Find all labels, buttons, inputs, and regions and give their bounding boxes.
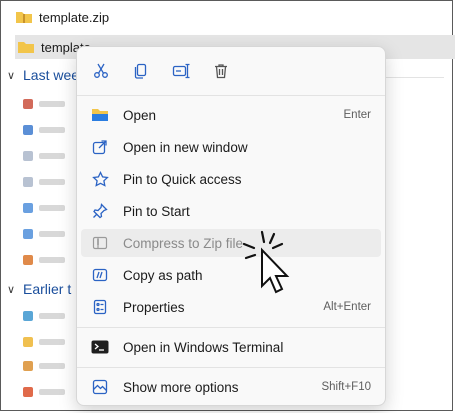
file-icon <box>23 177 33 187</box>
scissors-icon <box>94 63 108 78</box>
file-icon <box>23 125 33 135</box>
list-item[interactable] <box>23 359 65 373</box>
blurred-text <box>39 179 65 185</box>
file-icon <box>23 255 33 265</box>
blurred-text <box>39 153 65 159</box>
file-icon <box>23 229 33 239</box>
blurred-text <box>39 205 65 211</box>
context-menu-toolbar <box>87 57 235 85</box>
file-icon <box>23 337 33 347</box>
group-header-earlier[interactable]: ∨ Earlier t <box>7 281 71 297</box>
mouse-pointer-icon <box>240 228 300 305</box>
cut-button[interactable] <box>87 57 115 85</box>
properties-icon <box>91 298 109 316</box>
blurred-text <box>39 363 65 369</box>
blurred-text <box>39 101 65 107</box>
list-item[interactable] <box>23 385 65 399</box>
file-icon <box>23 361 33 371</box>
copy-path-icon <box>91 266 109 284</box>
menu-item-pin-start[interactable]: Pin to Start <box>81 197 381 225</box>
open-folder-icon <box>91 106 109 124</box>
menu-separator <box>77 95 385 96</box>
trash-icon <box>215 64 227 79</box>
list-item[interactable] <box>23 201 65 215</box>
list-item[interactable] <box>23 253 65 267</box>
blurred-text <box>39 389 65 395</box>
file-icon <box>23 151 33 161</box>
menu-item-label: Open <box>123 107 157 123</box>
chevron-down-icon: ∨ <box>7 69 16 82</box>
open-new-window-icon <box>91 138 109 156</box>
zip-folder-icon <box>15 10 33 24</box>
list-item[interactable] <box>23 97 65 111</box>
group-label: Earlier t <box>23 281 72 297</box>
star-icon <box>91 170 109 188</box>
blurred-text <box>39 257 65 263</box>
pin-icon <box>91 202 109 220</box>
menu-separator <box>77 367 385 368</box>
menu-item-label: Open in Windows Terminal <box>123 339 284 355</box>
blurred-text <box>39 313 65 319</box>
blurred-text <box>39 339 65 345</box>
folder-icon <box>17 40 35 54</box>
copy-icon <box>134 63 147 79</box>
file-name: template.zip <box>39 9 110 25</box>
menu-item-label: Show more options <box>123 379 239 395</box>
rename-button[interactable] <box>167 57 195 85</box>
menu-item-label: Open in new window <box>123 139 248 155</box>
file-icon <box>23 203 33 213</box>
list-item[interactable] <box>23 175 65 189</box>
list-item[interactable] <box>23 227 65 241</box>
list-item[interactable] <box>23 309 65 323</box>
group-label: Last wee <box>23 67 80 83</box>
list-item[interactable] <box>23 123 65 137</box>
context-menu: Open Enter Open in new window Pin to Qui… <box>76 46 386 406</box>
menu-item-properties[interactable]: Properties Alt+Enter <box>81 293 381 321</box>
shortcut-hint: Enter <box>343 109 372 121</box>
menu-item-open-terminal[interactable]: Open in Windows Terminal <box>81 333 381 361</box>
file-icon <box>23 311 33 321</box>
menu-item-compress-zip[interactable]: Compress to Zip file <box>81 229 381 257</box>
blurred-text <box>39 231 65 237</box>
list-item[interactable] <box>23 149 65 163</box>
menu-item-label: Pin to Start <box>123 203 190 219</box>
rename-icon <box>172 63 190 79</box>
shortcut-hint: Shift+F10 <box>321 381 371 393</box>
zip-file-icon <box>91 234 109 252</box>
blurred-text <box>39 127 65 133</box>
menu-item-copy-as-path[interactable]: Copy as path <box>81 261 381 289</box>
menu-item-pin-quick-access[interactable]: Pin to Quick access <box>81 165 381 193</box>
menu-item-label: Pin to Quick access <box>123 171 242 187</box>
menu-item-show-more-options[interactable]: Show more options Shift+F10 <box>81 373 381 401</box>
delete-button[interactable] <box>207 57 235 85</box>
list-item[interactable] <box>23 335 65 349</box>
menu-item-open-new-window[interactable]: Open in new window <box>81 133 381 161</box>
more-options-icon <box>91 378 109 396</box>
menu-item-open[interactable]: Open Enter <box>81 101 381 129</box>
file-icon <box>23 99 33 109</box>
shortcut-hint: Alt+Enter <box>323 301 371 313</box>
file-icon <box>23 387 33 397</box>
group-header-last-week[interactable]: ∨ Last wee <box>7 67 79 83</box>
chevron-down-icon: ∨ <box>7 283 16 296</box>
menu-separator <box>77 327 385 328</box>
copy-button[interactable] <box>127 57 155 85</box>
terminal-icon <box>91 338 109 356</box>
file-row-template-zip[interactable]: template.zip <box>15 5 109 29</box>
